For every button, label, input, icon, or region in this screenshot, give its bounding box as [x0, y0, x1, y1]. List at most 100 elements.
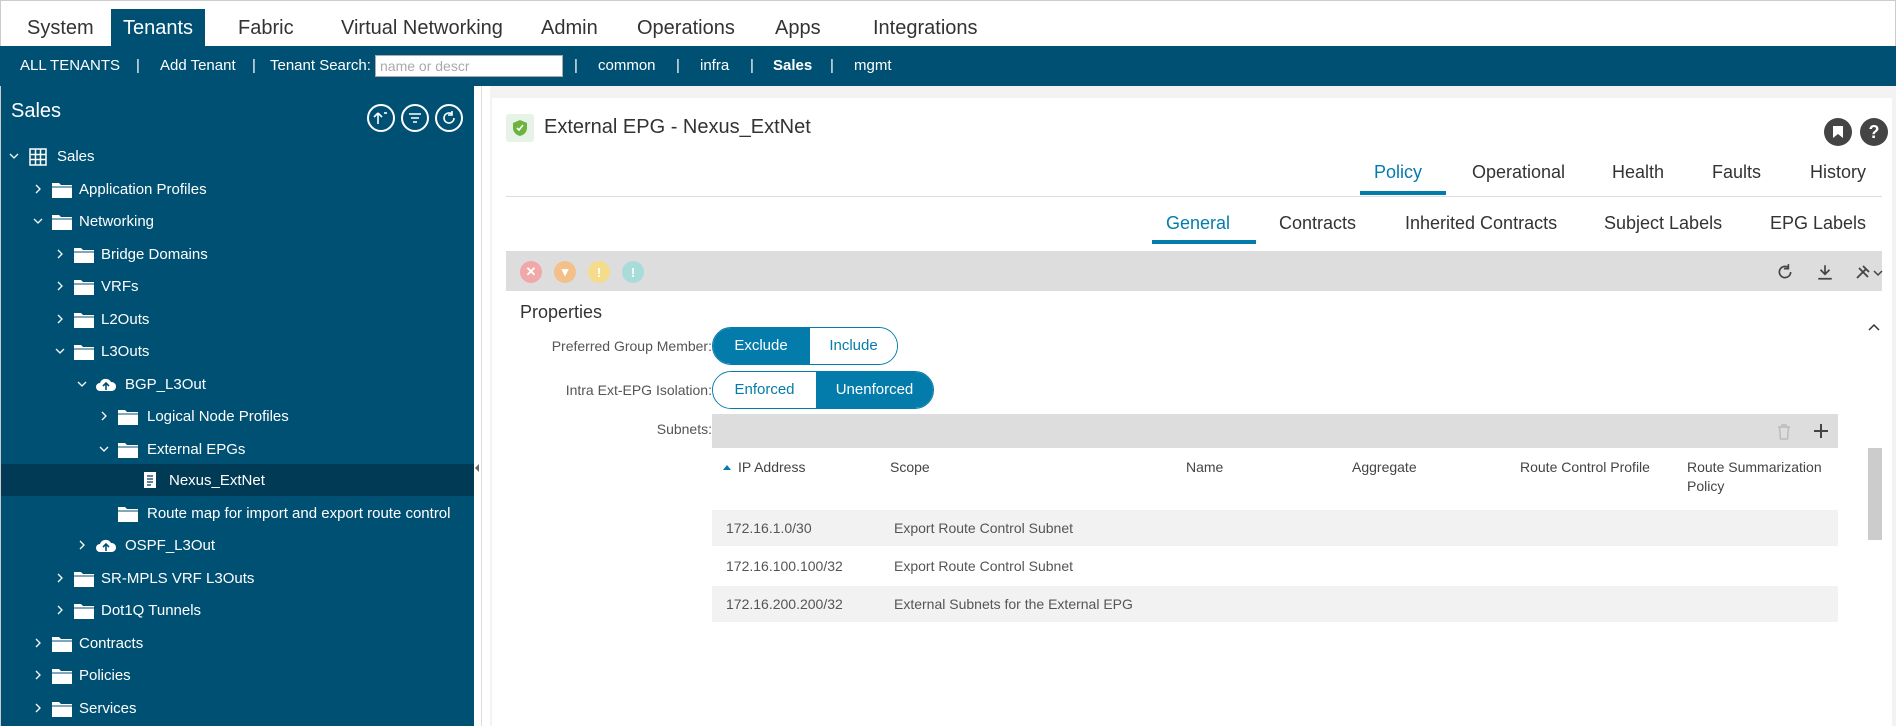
- major-fault-icon[interactable]: ▾: [554, 261, 576, 283]
- tree-item-dot1q-tunnels[interactable]: Dot1Q Tunnels: [1, 596, 475, 626]
- preferred-group-toggle[interactable]: Exclude Include: [712, 327, 898, 365]
- chevron-down-icon[interactable]: [33, 216, 43, 226]
- tab-system[interactable]: System: [15, 9, 106, 47]
- minor-fault-icon[interactable]: !: [588, 261, 610, 283]
- tab-operations[interactable]: Operations: [625, 9, 747, 47]
- scroll-up-icon[interactable]: [1867, 322, 1881, 332]
- tenant-search-input[interactable]: [375, 55, 563, 77]
- scrollbar-thumb[interactable]: [1868, 448, 1882, 540]
- help-icon[interactable]: ?: [1860, 118, 1888, 146]
- tree-item-services[interactable]: Services: [1, 694, 475, 724]
- tab-history[interactable]: History: [1810, 162, 1866, 183]
- quick-start-icon[interactable]: [367, 104, 395, 132]
- subtab-epg-labels[interactable]: EPG Labels: [1770, 213, 1866, 234]
- warning-fault-icon[interactable]: !: [622, 261, 644, 283]
- sort-ascending-icon[interactable]: [722, 463, 732, 471]
- tab-policy[interactable]: Policy: [1374, 162, 1422, 183]
- chevron-down-icon[interactable]: [99, 444, 109, 454]
- download-icon[interactable]: [1814, 261, 1836, 283]
- tab-operational[interactable]: Operational: [1472, 162, 1565, 183]
- bookmark-icon[interactable]: [1824, 118, 1852, 146]
- tree-item-networking[interactable]: Networking: [1, 207, 475, 237]
- subtab-general[interactable]: General: [1166, 213, 1230, 234]
- column-header-route-control-profile[interactable]: Route Control Profile: [1520, 458, 1650, 477]
- column-header-scope[interactable]: Scope: [890, 458, 930, 477]
- tree-item-l3outs[interactable]: L3Outs: [1, 337, 475, 367]
- chevron-right-icon[interactable]: [33, 638, 43, 648]
- tree-item-bgp-l3out[interactable]: BGP_L3Out: [1, 370, 475, 400]
- chevron-down-icon[interactable]: [55, 346, 65, 356]
- tab-tenants[interactable]: Tenants: [111, 9, 206, 47]
- subtab-contracts[interactable]: Contracts: [1279, 213, 1356, 234]
- column-header-route-summarization-policy[interactable]: Route Summarization Policy: [1687, 458, 1837, 496]
- table-row[interactable]: 172.16.200.200/32 External Subnets for t…: [712, 586, 1838, 623]
- unenforced-option[interactable]: Unenforced: [816, 372, 933, 408]
- collapse-arrow-icon[interactable]: [475, 464, 479, 472]
- include-option[interactable]: Include: [809, 328, 897, 364]
- tenant-link-common[interactable]: common: [598, 46, 656, 86]
- tree-item-l2outs[interactable]: L2Outs: [1, 305, 475, 335]
- chevron-right-icon[interactable]: [55, 605, 65, 615]
- tab-admin[interactable]: Admin: [529, 9, 610, 47]
- filter-list-icon[interactable]: [401, 104, 429, 132]
- table-row[interactable]: 172.16.1.0/30 Export Route Control Subne…: [712, 510, 1838, 547]
- tab-fabric[interactable]: Fabric: [226, 9, 306, 47]
- tenant-link-infra[interactable]: infra: [700, 46, 729, 86]
- column-header-aggregate[interactable]: Aggregate: [1352, 458, 1417, 477]
- tree-label: L2Outs: [101, 311, 150, 328]
- chevron-right-icon[interactable]: [99, 411, 109, 421]
- isolation-toggle[interactable]: Enforced Unenforced: [712, 371, 934, 409]
- tenant-link-mgmt[interactable]: mgmt: [854, 46, 892, 86]
- active-subtab-indicator: [1152, 240, 1256, 244]
- column-header-ip-address[interactable]: IP Address: [738, 458, 805, 477]
- chevron-right-icon[interactable]: [77, 540, 87, 550]
- tree-item-policies[interactable]: Policies: [1, 661, 475, 691]
- chevron-down-icon[interactable]: [77, 379, 87, 389]
- tab-virtual-networking[interactable]: Virtual Networking: [329, 9, 515, 47]
- tab-faults[interactable]: Faults: [1712, 162, 1761, 183]
- chevron-right-icon[interactable]: [55, 573, 65, 583]
- tree-item-nexus-extnet[interactable]: Nexus_ExtNet: [1, 464, 475, 496]
- add-icon[interactable]: [1812, 422, 1830, 440]
- tree-item-external-epgs[interactable]: External EPGs: [1, 435, 475, 465]
- chevron-right-icon[interactable]: [33, 184, 43, 194]
- tools-dropdown-icon[interactable]: [1854, 261, 1884, 283]
- tab-apps[interactable]: Apps: [763, 9, 833, 47]
- enforced-option[interactable]: Enforced: [713, 372, 816, 408]
- subtab-subject-labels[interactable]: Subject Labels: [1604, 213, 1722, 234]
- chevron-right-icon[interactable]: [33, 703, 43, 713]
- chevron-right-icon[interactable]: [55, 281, 65, 291]
- tree-item-sales[interactable]: Sales: [1, 142, 475, 172]
- trash-icon[interactable]: [1776, 423, 1792, 440]
- subtab-inherited-contracts[interactable]: Inherited Contracts: [1405, 213, 1557, 234]
- add-tenant-link[interactable]: Add Tenant: [160, 46, 236, 86]
- table-row[interactable]: 172.16.100.100/32 Export Route Control S…: [712, 548, 1838, 585]
- tab-integrations[interactable]: Integrations: [861, 9, 990, 47]
- tree-item-vrfs[interactable]: VRFs: [1, 272, 475, 302]
- tree-item-ospf-l3out[interactable]: OSPF_L3Out: [1, 531, 475, 561]
- tree-item-bridge-domains[interactable]: Bridge Domains: [1, 240, 475, 270]
- all-tenants-link[interactable]: ALL TENANTS: [20, 46, 120, 86]
- refresh-tree-icon[interactable]: [435, 104, 463, 132]
- tenant-link-sales[interactable]: Sales: [773, 46, 812, 86]
- critical-fault-icon[interactable]: ✕: [520, 261, 542, 283]
- exclude-option[interactable]: Exclude: [713, 328, 809, 364]
- tree-item-application-profiles[interactable]: Application Profiles: [1, 175, 475, 205]
- tab-health[interactable]: Health: [1612, 162, 1664, 183]
- chevron-right-icon[interactable]: [55, 314, 65, 324]
- separator: |: [830, 57, 834, 74]
- work-pane: External EPG - Nexus_ExtNet ? Policy Ope…: [492, 98, 1892, 726]
- tree-item-logical-node-profiles[interactable]: Logical Node Profiles: [1, 402, 475, 432]
- refresh-icon[interactable]: [1774, 261, 1796, 283]
- cloud-upload-icon: [96, 539, 117, 552]
- tree-item-route-map[interactable]: Route map for import and export route co…: [1, 499, 475, 529]
- vertical-scrollbar[interactable]: [1866, 318, 1882, 726]
- chevron-right-icon[interactable]: [55, 249, 65, 259]
- panel-splitter[interactable]: [474, 86, 482, 726]
- separator: |: [136, 57, 140, 74]
- chevron-down-icon[interactable]: [9, 151, 19, 161]
- tree-item-sr-mpls-vrf-l3outs[interactable]: SR-MPLS VRF L3Outs: [1, 564, 475, 594]
- tree-item-contracts[interactable]: Contracts: [1, 629, 475, 659]
- chevron-right-icon[interactable]: [33, 670, 43, 680]
- column-header-name[interactable]: Name: [1186, 458, 1223, 477]
